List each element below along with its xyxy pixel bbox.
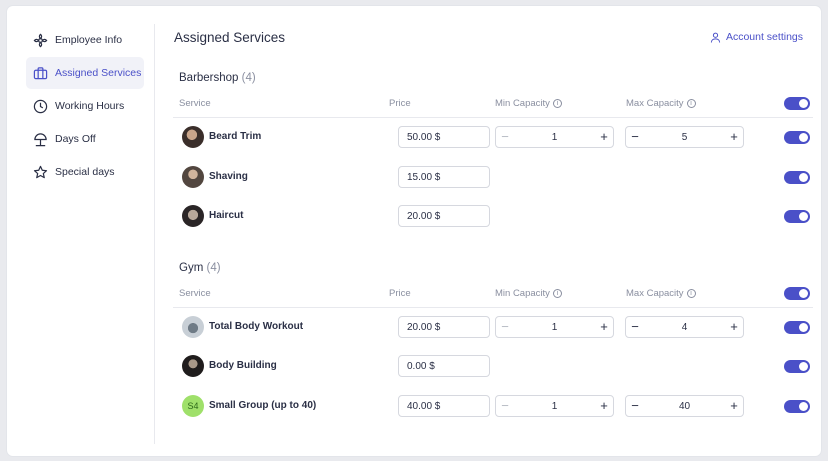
- briefcase-icon: [32, 65, 48, 81]
- clock-icon: [32, 98, 48, 114]
- sidebar-item-working-hours[interactable]: Working Hours: [26, 90, 144, 122]
- info-icon[interactable]: i: [686, 289, 696, 298]
- service-toggle[interactable]: [784, 321, 810, 334]
- column-header-service: Service: [179, 98, 211, 109]
- info-icon[interactable]: i: [686, 99, 696, 108]
- service-name: Beard Trim: [209, 131, 262, 142]
- column-header-price: Price: [389, 288, 411, 299]
- column-header-min-capacity: Min Capacity i: [495, 288, 562, 299]
- sidebar-item-label: Special days: [55, 166, 115, 178]
- service-name: Total Body Workout: [209, 321, 304, 332]
- min-capacity-value[interactable]: 1: [514, 401, 595, 412]
- column-header-min-capacity: Min Capacity i: [495, 98, 562, 109]
- increment-button[interactable]: +: [595, 396, 613, 416]
- service-name: Haircut: [209, 210, 244, 221]
- account-settings-label: Account settings: [725, 31, 803, 43]
- min-capacity-value[interactable]: 1: [514, 322, 595, 333]
- max-capacity-stepper: − 4 +: [625, 316, 744, 338]
- price-input[interactable]: 20.00 $: [398, 316, 490, 338]
- min-capacity-stepper: − 1 +: [495, 126, 614, 148]
- account-settings-link[interactable]: Account settings: [710, 31, 803, 43]
- decrement-button[interactable]: −: [496, 396, 514, 416]
- table-row: Total Body Workout 20.00 $ − 1 + − 4 +: [173, 313, 813, 341]
- service-toggle[interactable]: [784, 360, 810, 373]
- sidebar: Employee Info Assigned Services Working …: [26, 24, 144, 189]
- min-capacity-stepper: − 1 +: [495, 395, 614, 417]
- employee-settings-card: Employee Info Assigned Services Working …: [7, 6, 821, 456]
- max-capacity-stepper: − 40 +: [625, 395, 744, 417]
- table-row: S4 Small Group (up to 40) 40.00 $ − 1 + …: [173, 392, 813, 420]
- table-row: Haircut 20.00 $: [173, 202, 813, 230]
- service-avatar: [182, 205, 204, 227]
- service-toggle[interactable]: [784, 400, 810, 413]
- price-input[interactable]: 20.00 $: [398, 205, 490, 227]
- max-capacity-value[interactable]: 4: [644, 322, 725, 333]
- increment-button[interactable]: +: [595, 317, 613, 337]
- sidebar-item-employee-info[interactable]: Employee Info: [26, 24, 144, 56]
- increment-button[interactable]: +: [595, 127, 613, 147]
- decrement-button[interactable]: −: [626, 317, 644, 337]
- price-input[interactable]: 15.00 $: [398, 166, 490, 188]
- category-toggle[interactable]: [784, 287, 810, 300]
- sidebar-item-assigned-services[interactable]: Assigned Services: [26, 57, 144, 89]
- service-toggle[interactable]: [784, 131, 810, 144]
- service-avatar: [182, 355, 204, 377]
- column-header-price: Price: [389, 98, 411, 109]
- price-input[interactable]: 40.00 $: [398, 395, 490, 417]
- service-name: Small Group (up to 40): [209, 400, 317, 411]
- category-toggle[interactable]: [784, 97, 810, 110]
- min-capacity-stepper: − 1 +: [495, 316, 614, 338]
- increment-button[interactable]: +: [725, 127, 743, 147]
- max-capacity-value[interactable]: 40: [644, 401, 725, 412]
- table-row: Beard Trim 50.00 $ − 1 + − 5 +: [173, 123, 813, 151]
- service-name: Shaving: [209, 171, 248, 182]
- decrement-button[interactable]: −: [496, 317, 514, 337]
- sidebar-item-label: Days Off: [55, 133, 96, 145]
- decrement-button[interactable]: −: [496, 127, 514, 147]
- beach-umbrella-icon: [32, 131, 48, 147]
- flower-icon: [32, 32, 48, 48]
- sidebar-item-label: Working Hours: [55, 100, 125, 112]
- category-title: Barbershop (4): [179, 72, 256, 84]
- column-header-max-capacity: Max Capacity i: [626, 98, 696, 109]
- info-icon[interactable]: i: [552, 99, 562, 108]
- sidebar-item-special-days[interactable]: Special days: [26, 156, 144, 188]
- max-capacity-stepper: − 5 +: [625, 126, 744, 148]
- increment-button[interactable]: +: [725, 396, 743, 416]
- service-avatar-initials: S4: [182, 395, 204, 417]
- category-title: Gym (4): [179, 262, 221, 274]
- min-capacity-value[interactable]: 1: [514, 132, 595, 143]
- header-divider: [173, 307, 813, 308]
- sidebar-item-days-off[interactable]: Days Off: [26, 123, 144, 155]
- column-header-service: Service: [179, 288, 211, 299]
- table-row: Shaving 15.00 $: [173, 163, 813, 191]
- service-avatar: [182, 316, 204, 338]
- star-icon: [32, 164, 48, 180]
- service-toggle[interactable]: [784, 171, 810, 184]
- header-divider: [173, 117, 813, 118]
- info-icon[interactable]: i: [552, 289, 562, 298]
- service-avatar: [182, 126, 204, 148]
- max-capacity-value[interactable]: 5: [644, 132, 725, 143]
- decrement-button[interactable]: −: [626, 127, 644, 147]
- service-toggle[interactable]: [784, 210, 810, 223]
- price-input[interactable]: 0.00 $: [398, 355, 490, 377]
- service-avatar: [182, 166, 204, 188]
- sidebar-item-label: Employee Info: [55, 34, 123, 46]
- sidebar-divider: [154, 24, 155, 444]
- decrement-button[interactable]: −: [626, 396, 644, 416]
- sidebar-item-label: Assigned Services: [55, 67, 142, 79]
- table-row: Body Building 0.00 $: [173, 352, 813, 380]
- increment-button[interactable]: +: [725, 317, 743, 337]
- page-title: Assigned Services: [174, 30, 286, 45]
- price-input[interactable]: 50.00 $: [398, 126, 490, 148]
- user-icon: [710, 32, 721, 43]
- service-name: Body Building: [209, 360, 277, 371]
- column-header-max-capacity: Max Capacity i: [626, 288, 696, 299]
